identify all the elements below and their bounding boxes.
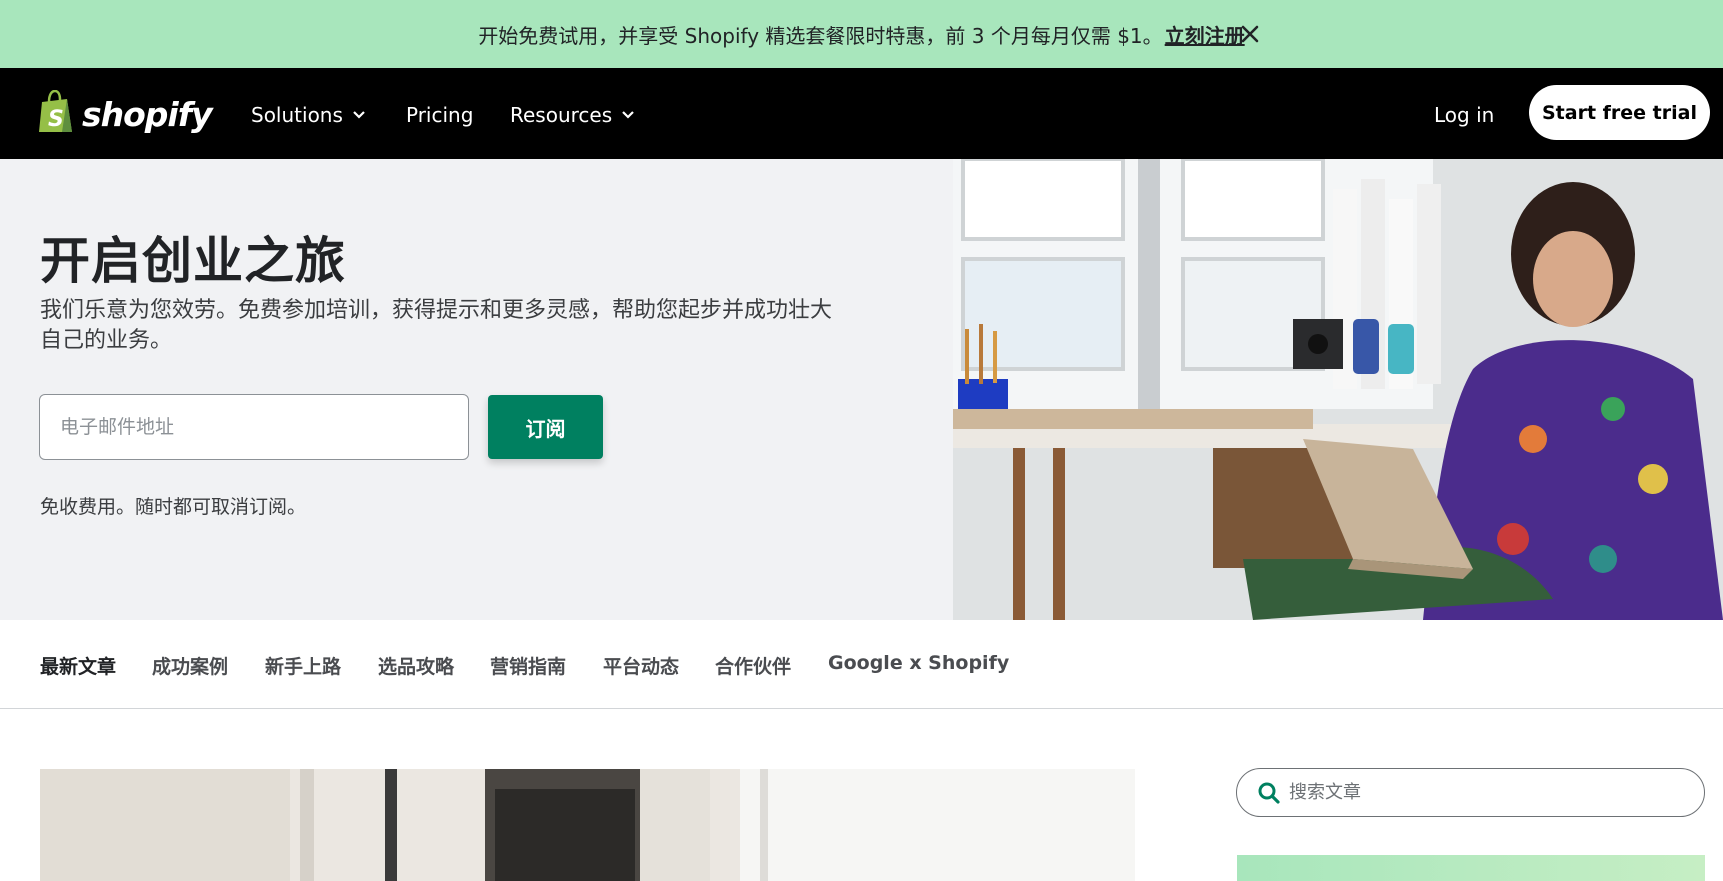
hero-title: 开启创业之旅 [40, 232, 346, 290]
nav-resources-label: Resources [510, 103, 613, 127]
chevron-down-icon [620, 103, 636, 127]
hero-note: 免收费用。随时都可取消订阅。 [40, 496, 307, 518]
nav-resources[interactable]: Resources [510, 102, 636, 128]
shopify-logo[interactable]: S shopify [36, 89, 213, 138]
promo-text: 开始免费试用，并享受 Shopify 精选套餐限时特惠，前 3 个月每月仅需 $… [478, 20, 1244, 49]
chevron-down-icon [351, 103, 367, 127]
start-free-trial-button[interactable]: Start free trial [1529, 85, 1710, 140]
article-search [1236, 768, 1705, 817]
nav-pricing[interactable]: Pricing [406, 102, 473, 128]
promo-signup-link[interactable]: 立刻注册 [1165, 24, 1245, 48]
category-tab-product-selection[interactable]: 选品攻略 [378, 652, 454, 679]
category-tab-getting-started[interactable]: 新手上路 [265, 652, 341, 679]
category-tab-google-shopify[interactable]: Google x Shopify [828, 652, 1009, 674]
hero-photo [953, 159, 1723, 620]
nav-pricing-label: Pricing [406, 103, 474, 127]
hero-section: 开启创业之旅 我们乐意为您效劳。免费参加培训，获得提示和更多灵感，帮助您起步并成… [0, 159, 953, 620]
search-icon [1257, 781, 1281, 805]
close-icon[interactable] [1236, 20, 1264, 48]
hero-subtitle: 我们乐意为您效劳。免费参加培训，获得提示和更多灵感，帮助您起步并成功壮大自己的业… [40, 298, 833, 353]
login-link[interactable]: Log in [1434, 102, 1494, 128]
sidebar-promo-card [1237, 855, 1705, 881]
category-tab-latest[interactable]: 最新文章 [40, 652, 116, 679]
nav-solutions[interactable]: Solutions [251, 102, 367, 128]
promo-message: 开始免费试用，并享受 Shopify 精选套餐限时特惠，前 3 个月每月仅需 $… [478, 23, 1163, 48]
shopping-bag-icon: S [36, 89, 76, 138]
subscribe-button[interactable]: 订阅 [488, 395, 603, 459]
category-tab-success-stories[interactable]: 成功案例 [152, 652, 228, 679]
category-tab-marketing[interactable]: 营销指南 [490, 652, 566, 679]
featured-article-image[interactable] [40, 769, 1135, 881]
category-nav: 最新文章 成功案例 新手上路 选品攻略 营销指南 平台动态 合作伙伴 Googl… [0, 620, 1723, 709]
nav-solutions-label: Solutions [251, 103, 343, 127]
email-input[interactable] [39, 394, 469, 460]
category-tab-platform-news[interactable]: 平台动态 [603, 652, 679, 679]
promo-banner: 开始免费试用，并享受 Shopify 精选套餐限时特惠，前 3 个月每月仅需 $… [0, 0, 1723, 68]
search-input[interactable] [1289, 775, 1689, 810]
svg-text:S: S [48, 107, 64, 132]
top-nav: S shopify Solutions Pricing Resources Lo… [0, 68, 1723, 159]
category-tab-partners[interactable]: 合作伙伴 [715, 652, 791, 679]
logo-wordmark: shopify [82, 94, 213, 134]
